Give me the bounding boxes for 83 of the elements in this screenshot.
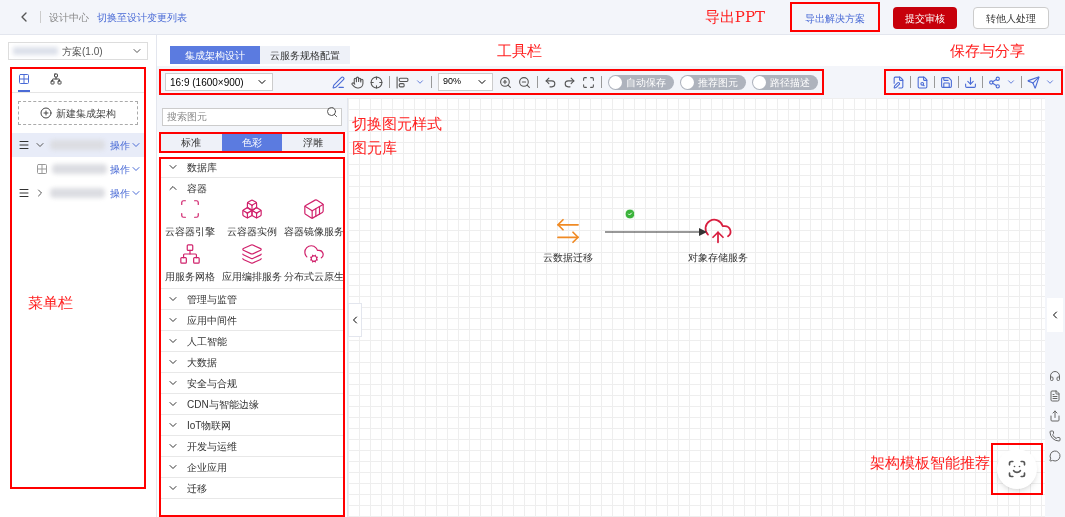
service-icon bbox=[303, 198, 325, 220]
zoom-in-icon[interactable] bbox=[499, 75, 512, 89]
category-header[interactable]: 企业应用 bbox=[159, 457, 345, 477]
category-header[interactable]: 开发与运维 bbox=[159, 436, 345, 456]
annotation-label: 保存与分享 bbox=[950, 41, 1025, 62]
node-label: 云数据迁移 bbox=[543, 251, 593, 265]
redo-icon[interactable] bbox=[563, 75, 576, 89]
category-header[interactable]: CDN与智能边缘 bbox=[159, 394, 345, 414]
collapse-handle[interactable] bbox=[348, 303, 362, 337]
toolbar-button[interactable]: 提交审核 bbox=[893, 7, 957, 30]
face-scan-icon bbox=[1007, 459, 1027, 479]
headset-icon[interactable] bbox=[1049, 370, 1061, 382]
annotation-label: 架构模板智能推荐 bbox=[870, 453, 990, 474]
annotation-label: 图元库 bbox=[352, 138, 397, 159]
plus-circle-icon bbox=[40, 107, 52, 119]
category-header[interactable]: 迁移 bbox=[159, 478, 345, 498]
annotation-frame bbox=[991, 443, 1043, 495]
switch-link[interactable]: 切换至设计变更列表 bbox=[97, 9, 187, 25]
blurred-name bbox=[52, 164, 107, 174]
zoom-select[interactable]: 90% bbox=[438, 73, 493, 91]
category-header[interactable]: IoT物联网 bbox=[159, 415, 345, 435]
expand-handle[interactable] bbox=[1047, 298, 1063, 332]
send-icon[interactable] bbox=[1027, 75, 1040, 89]
search-icon[interactable] bbox=[326, 106, 338, 118]
annotation-label: 工具栏 bbox=[497, 41, 542, 62]
node-icon bbox=[36, 163, 48, 175]
project-select[interactable]: 方案(1.0) bbox=[8, 42, 148, 60]
annotation-label: 菜单栏 bbox=[28, 293, 73, 314]
chat-icon[interactable] bbox=[1049, 450, 1061, 462]
actions-dropdown[interactable]: 操作 bbox=[110, 185, 142, 201]
preview-icon[interactable] bbox=[916, 75, 929, 89]
style-tab[interactable]: 色彩 bbox=[221, 134, 283, 151]
crosshair-icon[interactable] bbox=[370, 75, 383, 89]
category-header[interactable]: 大数据 bbox=[159, 352, 345, 372]
undo-icon[interactable] bbox=[544, 75, 557, 89]
annotation-label: 导出PPT bbox=[704, 6, 765, 28]
new-architecture-button[interactable]: 新建集成架构 bbox=[18, 101, 138, 125]
network-icon bbox=[50, 72, 62, 85]
palette-item[interactable]: 云容器引擎 bbox=[159, 198, 221, 239]
category-header[interactable]: 数据库 bbox=[159, 157, 345, 177]
palette-item[interactable]: 容器镜像服务 bbox=[283, 198, 345, 239]
zoom-out-icon[interactable] bbox=[518, 75, 531, 89]
actions-dropdown[interactable]: 操作 bbox=[110, 161, 142, 177]
pen-icon[interactable] bbox=[332, 75, 345, 89]
style-tab[interactable]: 浮雕 bbox=[282, 134, 343, 151]
align-icon[interactable] bbox=[396, 75, 409, 89]
category-header[interactable]: 安全与合规 bbox=[159, 373, 345, 393]
grid-icon bbox=[18, 72, 30, 85]
palette-item[interactable]: 应用编排服务 bbox=[221, 243, 283, 284]
palette-item[interactable]: 分布式云原生 bbox=[283, 243, 345, 284]
service-icon bbox=[303, 243, 325, 265]
main-tab[interactable]: 集成架构设计 bbox=[170, 46, 260, 64]
style-tab[interactable]: 标准 bbox=[161, 134, 222, 151]
blurred-name bbox=[50, 188, 105, 198]
main-tab[interactable]: 云服务规格配置 bbox=[260, 46, 350, 64]
menu-icon[interactable] bbox=[18, 139, 30, 151]
save-icon[interactable] bbox=[940, 75, 953, 89]
toolbar-button[interactable]: 转他人处理 bbox=[973, 7, 1049, 30]
annotation-label: 切换图元样式 bbox=[352, 114, 442, 135]
service-icon bbox=[241, 198, 263, 220]
breadcrumb[interactable]: 设计中心 bbox=[49, 9, 89, 25]
edit-icon[interactable] bbox=[892, 75, 905, 89]
canvas-size-select[interactable]: 16:9 (1600×900) bbox=[165, 73, 273, 91]
document-icon[interactable] bbox=[1049, 390, 1061, 402]
search-field[interactable]: 搜索图元 bbox=[162, 107, 342, 126]
service-icon bbox=[703, 216, 733, 246]
palette-item[interactable]: 用服务网格 bbox=[159, 243, 221, 284]
category-header[interactable]: 人工智能 bbox=[159, 331, 345, 351]
hand-icon[interactable] bbox=[351, 75, 364, 89]
fullscreen-icon[interactable] bbox=[582, 75, 595, 89]
service-icon bbox=[179, 198, 201, 220]
download-icon[interactable] bbox=[964, 75, 977, 89]
menu-icon[interactable] bbox=[18, 187, 30, 199]
actions-dropdown[interactable]: 操作 bbox=[110, 137, 142, 153]
category-header[interactable]: 管理与监管 bbox=[159, 289, 345, 309]
service-icon bbox=[241, 243, 263, 265]
phone-icon[interactable] bbox=[1049, 430, 1061, 442]
recommend-button[interactable] bbox=[997, 449, 1037, 489]
category-header[interactable]: 容器 bbox=[159, 178, 345, 198]
palette-item[interactable]: 云容器实例 bbox=[221, 198, 283, 239]
category-header[interactable]: 应用中间件 bbox=[159, 310, 345, 330]
service-icon bbox=[179, 243, 201, 265]
node-label: 对象存储服务 bbox=[688, 251, 748, 265]
